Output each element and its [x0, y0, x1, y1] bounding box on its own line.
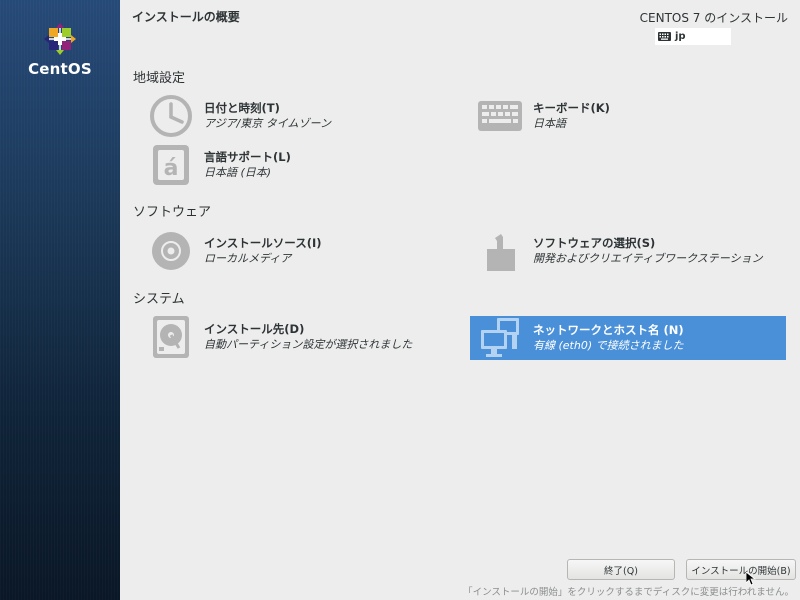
spoke-installation-destination-name: インストール先(D)	[204, 322, 305, 336]
spoke-keyboard-status: 日本語	[533, 117, 566, 130]
keyboard-icon	[658, 32, 671, 41]
category-localization-title: 地域設定	[133, 71, 186, 86]
spoke-language-status: 日本語 (日本)	[204, 166, 272, 179]
begin-installation-button[interactable]: インストールの開始(B)	[686, 559, 796, 580]
keyboard-layout-indicator[interactable]: jp	[655, 28, 731, 45]
page-title: インストールの概要	[132, 10, 240, 24]
clock-icon	[150, 95, 192, 137]
svg-text:á: á	[164, 156, 179, 181]
logo: CentOS	[0, 22, 120, 78]
spoke-date-time-name: 日付と時刻(T)	[204, 101, 280, 115]
spoke-installation-source[interactable]: インストールソース(I) ローカルメディア	[148, 229, 438, 273]
package-icon	[487, 234, 515, 271]
spoke-installation-destination[interactable]: インストール先(D) 自動パーティション設定が選択されました	[148, 315, 448, 359]
product-title: CENTOS 7 のインストール	[639, 11, 788, 25]
spoke-keyboard-name: キーボード(K)	[533, 101, 610, 115]
category-system-title: システム	[133, 292, 185, 307]
spoke-installation-destination-status: 自動パーティション設定が選択されました	[204, 338, 413, 351]
quit-button[interactable]: 終了(Q)	[567, 559, 675, 580]
logo-text: CentOS	[28, 60, 92, 78]
network-icon	[481, 318, 519, 357]
harddisk-icon	[153, 316, 189, 358]
spoke-keyboard[interactable]: キーボード(K) 日本語	[477, 94, 777, 138]
spoke-network-status: 有線 (eth0) で接続されました	[533, 339, 684, 352]
spoke-installation-source-status: ローカルメディア	[204, 252, 292, 265]
keyboard-layout-text: jp	[675, 31, 686, 42]
spoke-language-support[interactable]: á 言語サポート(L) 日本語 (日本)	[148, 143, 438, 187]
spoke-software-selection[interactable]: ソフトウェアの選択(S) 開発およびクリエイティブワークステーション	[477, 229, 787, 273]
spoke-network-hostname[interactable]: ネットワークとホスト名 (N) 有線 (eth0) で接続されました	[470, 316, 786, 360]
sidebar: CentOS	[0, 0, 120, 600]
disc-icon	[152, 232, 190, 270]
centos-logo-icon	[44, 23, 76, 55]
category-software-title: ソフトウェア	[133, 205, 212, 220]
spoke-installation-source-name: インストールソース(I)	[204, 236, 322, 250]
language-icon: á	[153, 145, 189, 185]
spoke-language-name: 言語サポート(L)	[204, 150, 291, 164]
spoke-software-selection-status: 開発およびクリエイティブワークステーション	[533, 252, 763, 265]
spoke-date-time[interactable]: 日付と時刻(T) アジア/東京 タイムゾーン	[148, 94, 438, 138]
footer-note: 「インストールの開始」をクリックするまでディスクに変更は行われません。	[463, 587, 794, 598]
keyboard-icon	[478, 101, 522, 131]
spoke-date-time-status: アジア/東京 タイムゾーン	[204, 117, 331, 130]
spoke-network-name: ネットワークとホスト名 (N)	[533, 323, 684, 337]
spoke-software-selection-name: ソフトウェアの選択(S)	[533, 236, 656, 250]
mouse-pointer-icon	[746, 572, 756, 586]
